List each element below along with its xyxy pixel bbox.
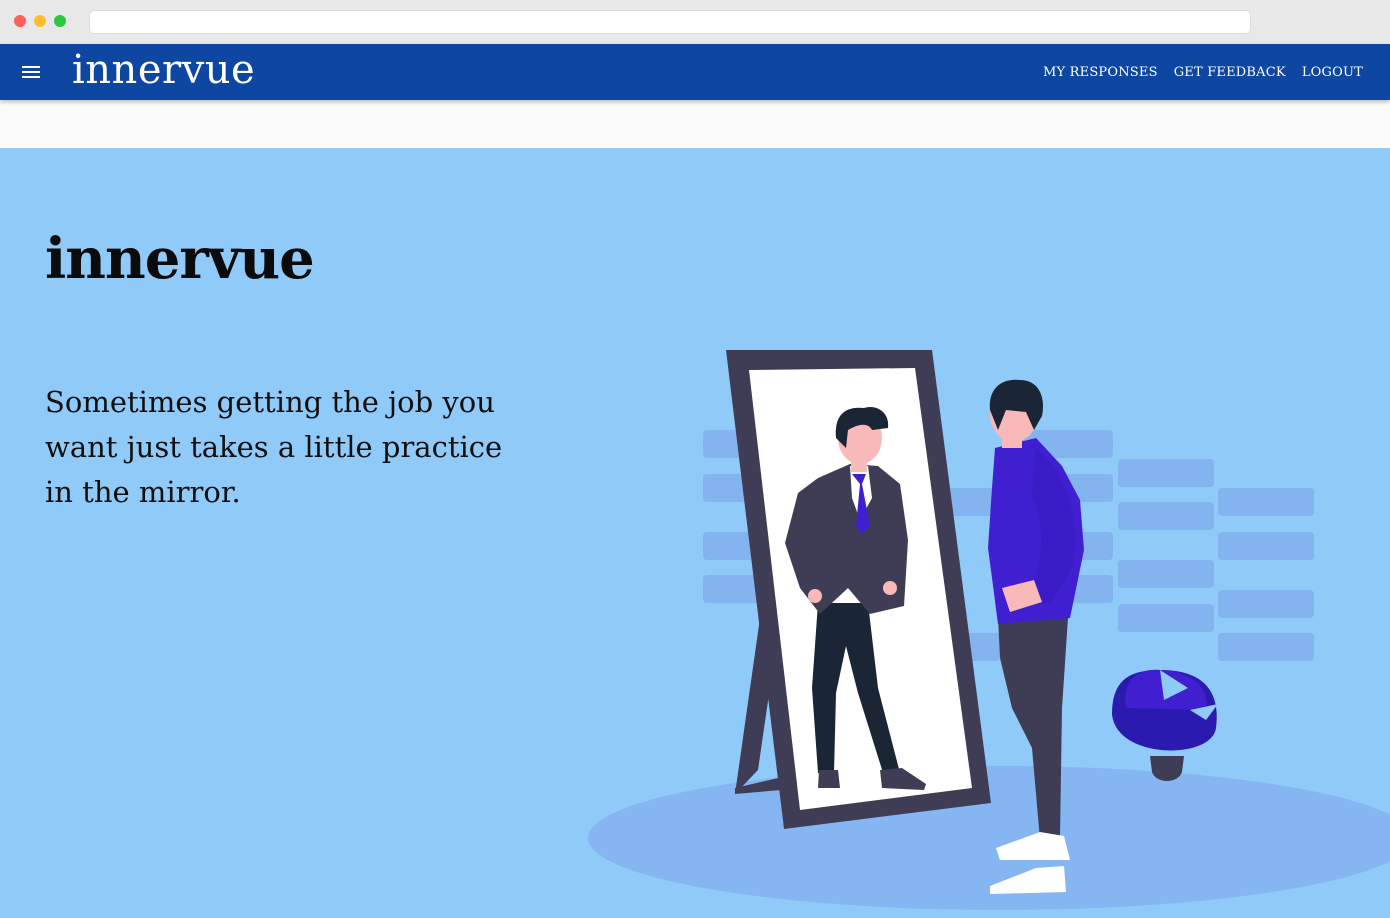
nav-link-logout[interactable]: LOGOUT xyxy=(1302,65,1363,80)
floor-shadow xyxy=(588,766,1390,910)
nav-link-get-feedback[interactable]: GET FEEDBACK xyxy=(1174,65,1286,80)
close-window-button[interactable] xyxy=(14,15,26,27)
browser-chrome xyxy=(0,0,1390,44)
minimize-window-button[interactable] xyxy=(34,15,46,27)
hero-section: innervue Sometimes getting the job you w… xyxy=(0,148,1390,918)
maximize-window-button[interactable] xyxy=(54,15,66,27)
address-bar[interactable] xyxy=(89,10,1251,34)
top-nav: MY RESPONSES GET FEEDBACK LOGOUT xyxy=(1043,44,1363,100)
sub-bar xyxy=(0,100,1390,148)
mirror-illustration xyxy=(588,350,1390,910)
hamburger-menu-icon[interactable] xyxy=(18,59,44,85)
brand-logo[interactable]: innervue xyxy=(72,44,255,100)
nav-link-my-responses[interactable]: MY RESPONSES xyxy=(1043,65,1158,80)
app-bar: innervue MY RESPONSES GET FEEDBACK LOGOU… xyxy=(0,44,1390,100)
potted-plant xyxy=(1112,669,1218,781)
